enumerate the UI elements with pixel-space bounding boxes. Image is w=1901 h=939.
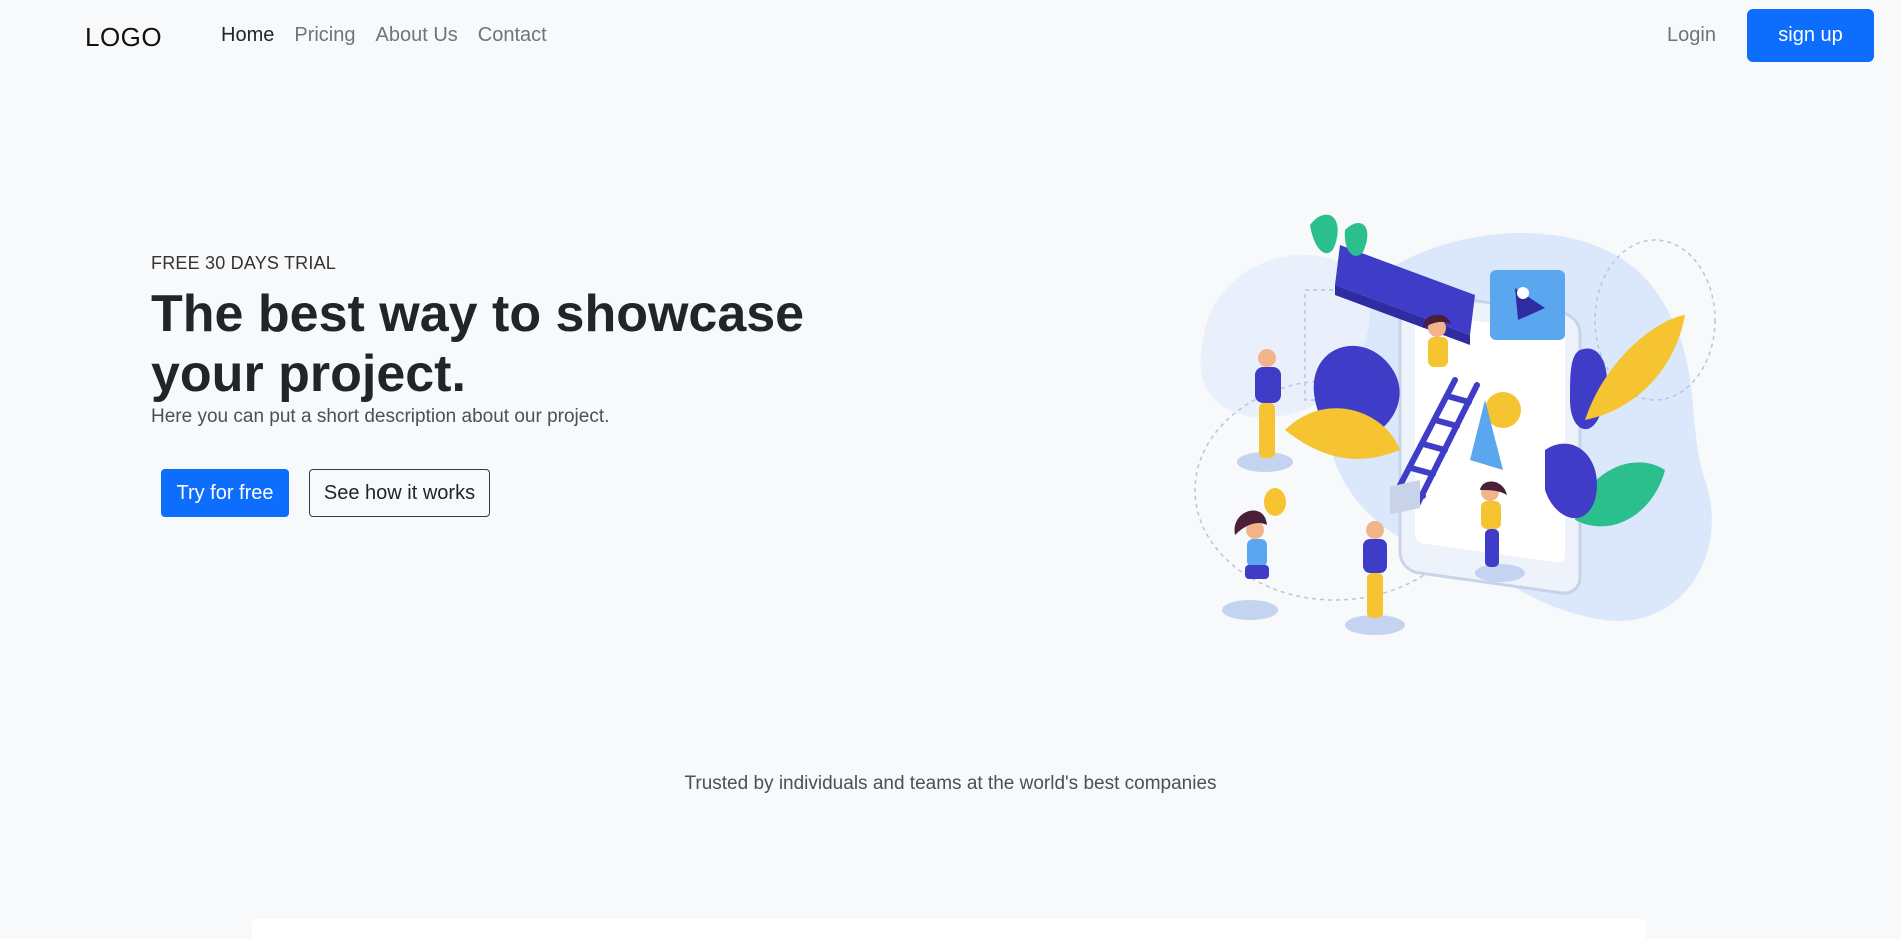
login-link[interactable]: Login [1667,24,1716,47]
illustration-person-5-body [1481,501,1501,529]
illustration-person-1-legs [1259,403,1275,458]
illustration-shadow-2 [1222,600,1278,620]
nav-link-contact[interactable]: Contact [478,24,547,47]
illustration-shadow-4 [1475,564,1525,582]
nav-link-about-us[interactable]: About Us [376,24,458,47]
hero-illustration [1194,214,1716,635]
hero-description: Here you can put a short description abo… [151,406,610,427]
trusted-by-text: Trusted by individuals and teams at the … [684,773,1217,794]
illustration-leaf-green-top [1310,214,1338,254]
illustration-play-dot [1517,287,1529,299]
illustration-person-4-head [1366,521,1384,539]
illustration-balloon [1264,488,1286,516]
signup-button[interactable]: sign up [1747,9,1874,62]
illustration-person-4-body [1363,539,1387,573]
nav-link-pricing[interactable]: Pricing [294,24,355,47]
illustration-person-3-skirt [1245,565,1269,579]
try-for-free-button[interactable]: Try for free [161,469,289,517]
logo[interactable]: LOGO [85,22,162,53]
main-nav: Home Pricing About Us Contact [221,24,547,47]
illustration-person-3-body [1247,539,1267,567]
illustration-person-1-body [1255,367,1281,403]
hero-eyebrow: FREE 30 DAYS TRIAL [151,253,336,273]
navbar: LOGO Home Pricing About Us Contact Login… [0,0,1901,72]
illustration-person-2-body [1428,337,1448,367]
see-how-it-works-button[interactable]: See how it works [309,469,490,517]
nav-link-home[interactable]: Home [221,24,274,47]
logos-panel [252,919,1646,939]
illustration-person-5-legs [1485,529,1499,567]
illustration-person-1-head [1258,349,1276,367]
hero-title: The best way to showcase your project. [151,285,805,403]
illustration-person-4-legs [1367,573,1383,618]
